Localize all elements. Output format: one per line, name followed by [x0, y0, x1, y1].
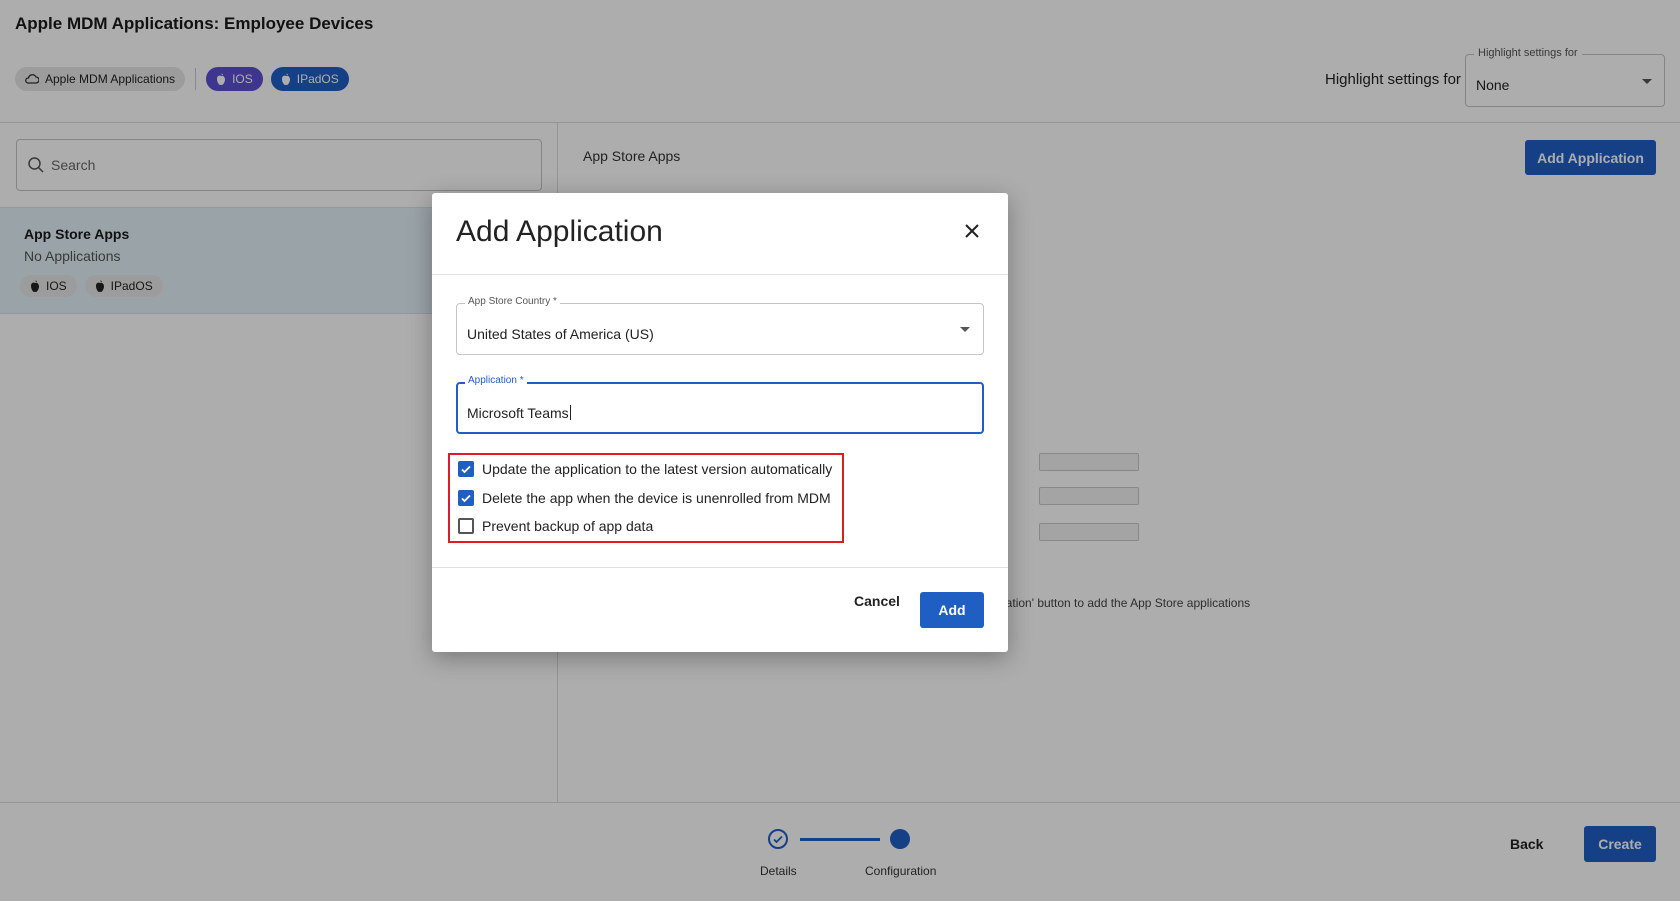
highlighted-options-box: Update the application to the latest ver… [448, 453, 844, 543]
add-button[interactable]: Add [920, 592, 984, 628]
field-legend: Application * [465, 375, 527, 386]
checkbox-auto-update[interactable]: Update the application to the latest ver… [458, 461, 832, 477]
dialog-divider [432, 274, 1008, 275]
check-icon [461, 494, 471, 503]
close-button[interactable] [958, 217, 986, 245]
checkbox-label: Prevent backup of app data [482, 518, 654, 534]
cancel-button[interactable]: Cancel [854, 593, 900, 609]
add-application-dialog: Add Application App Store Country * Unit… [432, 193, 1008, 652]
text-cursor [569, 405, 571, 420]
checkbox-unchecked-icon[interactable] [458, 518, 474, 534]
check-icon [461, 465, 471, 474]
field-value: Microsoft Teams [467, 405, 569, 421]
checkbox-checked-icon[interactable] [458, 490, 474, 506]
close-icon [965, 224, 979, 238]
checkbox-checked-icon[interactable] [458, 461, 474, 477]
checkbox-delete-on-unenroll[interactable]: Delete the app when the device is unenro… [458, 490, 831, 506]
field-value: United States of America (US) [467, 326, 654, 342]
application-input[interactable]: Application * Microsoft Teams [456, 375, 984, 434]
app-store-country-select[interactable]: App Store Country * United States of Ame… [456, 296, 984, 355]
dialog-title: Add Application [456, 215, 663, 248]
chevron-down-icon [960, 327, 970, 332]
dialog-divider [432, 567, 1008, 568]
checkbox-prevent-backup[interactable]: Prevent backup of app data [458, 518, 653, 534]
checkbox-label: Delete the app when the device is unenro… [482, 490, 831, 506]
checkbox-label: Update the application to the latest ver… [482, 461, 833, 477]
field-value-wrap: Microsoft Teams [467, 405, 571, 421]
field-legend: App Store Country * [465, 296, 560, 307]
